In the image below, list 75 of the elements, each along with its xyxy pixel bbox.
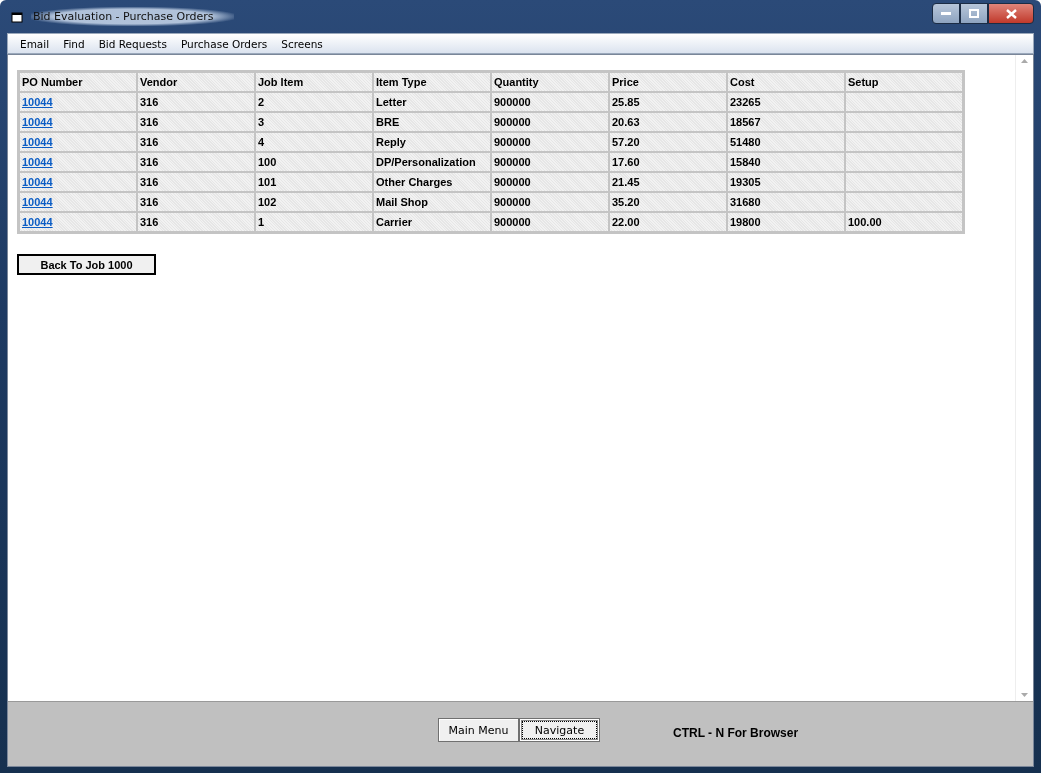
window-app-icon (11, 10, 23, 23)
table-cell: 900000 (491, 172, 609, 192)
table-cell: 316 (137, 112, 255, 132)
maximize-icon (969, 9, 979, 18)
table-cell: Other Charges (373, 172, 491, 192)
po-number-link[interactable]: 10044 (22, 196, 53, 208)
table-cell: DP/Personalization (373, 152, 491, 172)
table-cell: 316 (137, 92, 255, 112)
table-cell: 21.45 (609, 172, 727, 192)
table-cell: Mail Shop (373, 192, 491, 212)
table-cell: 316 (137, 172, 255, 192)
table-cell: 19305 (727, 172, 845, 192)
table-cell: 316 (137, 192, 255, 212)
footer-button[interactable]: Main Menu (438, 718, 519, 742)
shortcut-hint: CTRL - N For Browser (673, 726, 799, 740)
column-header: Vendor (137, 72, 255, 92)
table-cell: 25.85 (609, 92, 727, 112)
table-cell: 900000 (491, 112, 609, 132)
minimize-icon (941, 11, 951, 16)
column-header: Job Item (255, 72, 373, 92)
column-header: Cost (727, 72, 845, 92)
table-cell: 900000 (491, 92, 609, 112)
table-cell: 900000 (491, 212, 609, 232)
footer-button[interactable]: Navigate (519, 718, 600, 742)
menu-item[interactable]: Find (56, 37, 92, 50)
close-button[interactable] (988, 3, 1034, 24)
window-title: Bid Evaluation - Purchase Orders (31, 7, 234, 26)
table-cell: 4 (255, 132, 373, 152)
table-cell: 316 (137, 212, 255, 232)
maximize-button[interactable] (960, 3, 988, 24)
table-cell: 18567 (727, 112, 845, 132)
table-cell: 900000 (491, 192, 609, 212)
table-cell: BRE (373, 112, 491, 132)
table-cell: Reply (373, 132, 491, 152)
table-cell: 17.60 (609, 152, 727, 172)
table-cell: 35.20 (609, 192, 727, 212)
table-cell: 22.00 (609, 212, 727, 232)
table-cell: 316 (137, 132, 255, 152)
table-cell: 316 (137, 152, 255, 172)
table-cell: 2 (255, 92, 373, 112)
column-header: Quantity (491, 72, 609, 92)
column-header: PO Number (19, 72, 137, 92)
column-header: Item Type (373, 72, 491, 92)
table-cell: 15840 (727, 152, 845, 172)
table-cell: 1 (255, 212, 373, 232)
table-cell: 3 (255, 112, 373, 132)
po-number-link[interactable]: 10044 (22, 176, 53, 188)
table-cell: 19800 (727, 212, 845, 232)
menu-item[interactable]: Bid Requests (91, 37, 174, 50)
table-cell: 900000 (491, 152, 609, 172)
table-cell: Letter (373, 92, 491, 112)
menu-item[interactable]: Purchase Orders (173, 37, 275, 50)
table-cell: 100.00 (845, 212, 963, 232)
po-number-link[interactable]: 10044 (22, 116, 53, 128)
table-cell: 57.20 (609, 132, 727, 152)
table-cell: 900000 (491, 132, 609, 152)
menu-item[interactable]: Email (13, 37, 57, 50)
table-cell: 51480 (727, 132, 845, 152)
table-cell: 20.63 (609, 112, 727, 132)
menu-item[interactable]: Screens (274, 37, 330, 50)
po-number-link[interactable]: 10044 (22, 156, 53, 168)
table-cell: Carrier (373, 212, 491, 232)
po-number-link[interactable]: 10044 (22, 96, 53, 108)
close-icon (1005, 8, 1017, 19)
table-cell: 101 (255, 172, 373, 192)
column-header: Price (609, 72, 727, 92)
minimize-button[interactable] (932, 3, 960, 24)
column-header: Setup (845, 72, 963, 92)
table-cell: 100 (255, 152, 373, 172)
table-cell: 23265 (727, 92, 845, 112)
table-cell: 31680 (727, 192, 845, 212)
po-number-link[interactable]: 10044 (22, 136, 53, 148)
po-number-link[interactable]: 10044 (22, 216, 53, 228)
table-cell: 102 (255, 192, 373, 212)
back-to-job-button[interactable]: Back To Job 1000 (17, 254, 156, 275)
